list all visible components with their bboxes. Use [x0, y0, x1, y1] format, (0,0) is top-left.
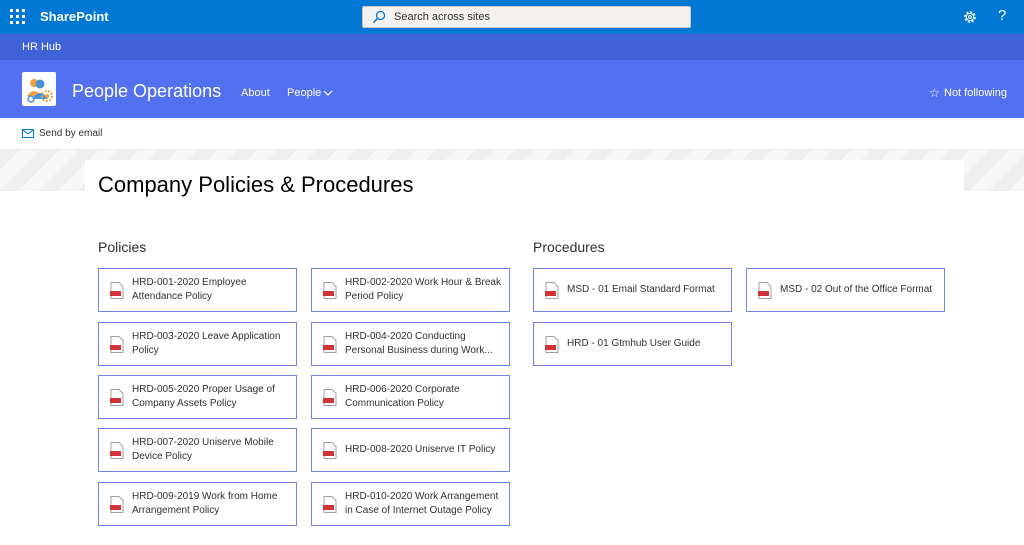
procedure-title: HRD - 01 Gtmhub User Guide [567, 338, 701, 349]
procedures-heading: Procedures [533, 239, 605, 255]
policy-document-link[interactable]: HRD-003-2020 Leave Application Policy [98, 322, 297, 366]
pdf-document-icon [323, 389, 337, 406]
procedure-title: MSD - 02 Out of the Office Format [780, 284, 933, 295]
policy-title: HRD-001-2020 Employee Attendance Policy [132, 277, 247, 302]
site-title[interactable]: People Operations [72, 81, 221, 102]
policy-title: HRD-004-2020 Conducting Personal Busines… [345, 331, 493, 356]
policy-title: HRD-008-2020 Uniserve IT Policy [345, 444, 496, 455]
policy-document-link[interactable]: HRD-010-2020 Work Arrangement in Case of… [311, 482, 510, 526]
app-launcher-icon[interactable] [8, 7, 28, 27]
nav-people-label: People [287, 87, 322, 99]
policy-document-link[interactable]: HRD-006-2020 Corporate Communication Pol… [311, 375, 510, 419]
send-by-email-label: Send by email [39, 128, 103, 139]
follow-label: Not following [944, 87, 1007, 99]
pdf-document-icon [110, 496, 124, 513]
pdf-document-icon [110, 336, 124, 353]
policy-title: HRD-006-2020 Corporate Communication Pol… [345, 384, 460, 409]
pdf-document-icon [758, 282, 772, 299]
command-bar: Send by email [0, 118, 1024, 150]
procedure-document-link[interactable]: MSD - 01 Email Standard Format [533, 268, 732, 312]
policy-document-link[interactable]: HRD-002-2020 Work Hour & Break Period Po… [311, 268, 510, 312]
policies-heading: Policies [98, 239, 147, 255]
search-icon [372, 10, 386, 24]
policy-title: HRD-003-2020 Leave Application Policy [132, 331, 281, 356]
pdf-document-icon [545, 336, 559, 353]
nav-people[interactable]: People [287, 87, 333, 99]
pdf-document-icon [110, 282, 124, 299]
people-settings-logo-icon [27, 79, 53, 103]
hub-title-link[interactable]: HR Hub [22, 41, 61, 53]
pdf-document-icon [323, 442, 337, 459]
star-icon: ☆ [929, 86, 940, 100]
pdf-document-icon [110, 442, 124, 459]
site-header: People Operations About People ☆ Not fol… [0, 60, 1024, 118]
policy-document-link[interactable]: HRD-008-2020 Uniserve IT Policy [311, 428, 510, 472]
settings-gear-icon[interactable] [962, 9, 978, 25]
site-logo[interactable] [22, 72, 56, 106]
policy-title: HRD-002-2020 Work Hour & Break Period Po… [345, 277, 501, 302]
pdf-document-icon [323, 336, 337, 353]
nav-about[interactable]: About [241, 87, 270, 99]
policy-title: HRD-007-2020 Uniserve Mobile Device Poli… [132, 437, 274, 462]
page-title: Company Policies & Procedures [98, 172, 414, 197]
suite-bar: SharePoint Search across sites ? [0, 0, 1024, 34]
policy-document-link[interactable]: HRD-009-2019 Work from Home Arrangement … [98, 482, 297, 526]
policy-document-link[interactable]: HRD-001-2020 Employee Attendance Policy [98, 268, 297, 312]
pdf-document-icon [545, 282, 559, 299]
policy-title: HRD-009-2019 Work from Home Arrangement … [132, 491, 278, 516]
policy-document-link[interactable]: HRD-005-2020 Proper Usage of Company Ass… [98, 375, 297, 419]
pdf-document-icon [323, 496, 337, 513]
procedure-title: MSD - 01 Email Standard Format [567, 284, 715, 295]
policy-title: HRD-005-2020 Proper Usage of Company Ass… [132, 384, 275, 409]
pdf-document-icon [110, 389, 124, 406]
pdf-document-icon [323, 282, 337, 299]
policy-document-link[interactable]: HRD-007-2020 Uniserve Mobile Device Poli… [98, 428, 297, 472]
procedure-document-link[interactable]: MSD - 02 Out of the Office Format [746, 268, 945, 312]
procedure-document-link[interactable]: HRD - 01 Gtmhub User Guide [533, 322, 732, 366]
policy-document-link[interactable]: HRD-004-2020 Conducting Personal Busines… [311, 322, 510, 366]
app-brand[interactable]: SharePoint [40, 9, 109, 24]
search-box[interactable]: Search across sites [362, 6, 691, 28]
search-placeholder: Search across sites [394, 11, 490, 23]
mail-icon [22, 129, 34, 138]
chevron-down-icon [323, 90, 333, 96]
hub-bar: HR Hub [0, 34, 1024, 60]
help-icon[interactable]: ? [998, 7, 1006, 24]
policy-title: HRD-010-2020 Work Arrangement in Case of… [345, 491, 499, 516]
